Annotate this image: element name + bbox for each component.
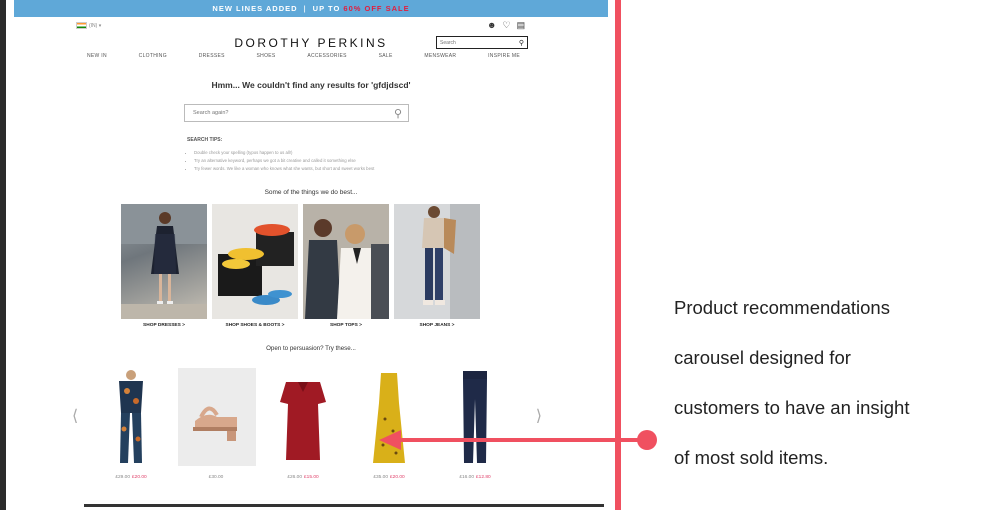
annotation-line: customers to have an insight <box>674 397 910 418</box>
nav-clothing[interactable]: CLOTHING <box>139 53 167 59</box>
price-now: £20.00 <box>132 475 147 480</box>
header-icons: ☻ ♡ ▤ <box>487 20 525 31</box>
annotation-text: Product recommendations carousel designe… <box>674 283 994 483</box>
product-card[interactable] <box>436 368 514 466</box>
promo-separator: | <box>303 4 307 13</box>
left-edge-strip <box>0 0 6 510</box>
price-now: £12.80 <box>476 475 491 480</box>
price-was: £16.00 <box>459 475 474 480</box>
annotation-line: carousel designed for <box>674 347 851 368</box>
search-tip: Try an alternative keyword, perhaps we g… <box>194 157 467 165</box>
dresses-photo[interactable] <box>121 204 207 319</box>
product-price: £16.00 £12.80 <box>436 475 514 480</box>
heart-icon[interactable]: ♡ <box>502 20 510 31</box>
price-was: £29.00 <box>115 475 130 480</box>
slide: NEW LINES ADDED | UP TO 60% OFF SALE (IN… <box>0 0 1003 510</box>
arrow-left-icon <box>379 430 401 450</box>
price-was: £35.00 <box>373 475 388 480</box>
product-image[interactable] <box>264 368 342 466</box>
nav-new-in[interactable]: NEW IN <box>87 53 107 59</box>
best-heading: Some of the things we do best... <box>264 189 358 196</box>
product-image[interactable] <box>436 368 514 466</box>
tile-tops[interactable]: SHOP TOPS > <box>303 204 389 328</box>
tile-dresses[interactable]: SHOP DRESSES > <box>121 204 207 328</box>
nav-menswear[interactable]: MENSWEAR <box>424 53 456 59</box>
search-again-box: ⚲ <box>184 104 409 122</box>
search-again-input[interactable] <box>193 110 373 116</box>
tops-photo[interactable] <box>303 204 389 319</box>
category-tiles: SHOP DRESSES > SHOP SHOES & BOOTS > SHOP… <box>121 204 480 328</box>
product-card[interactable] <box>350 368 428 466</box>
product-price: £30.00 <box>178 475 256 480</box>
product-card[interactable] <box>178 368 256 466</box>
promo-sale: 60% OFF SALE <box>343 4 410 13</box>
header-search: ⚲ <box>436 36 528 49</box>
header-search-input[interactable] <box>440 39 510 46</box>
search-icon[interactable]: ⚲ <box>519 39 524 47</box>
product-image[interactable] <box>350 368 428 466</box>
product-card[interactable] <box>264 368 342 466</box>
search-tip: Try fewer words. We like a woman who kno… <box>194 165 467 173</box>
nav-sale[interactable]: SALE <box>379 53 393 59</box>
jeans-photo[interactable] <box>394 204 480 319</box>
search-tip: Double check your spelling (typos happen… <box>194 149 467 157</box>
product-card[interactable] <box>92 368 170 466</box>
main-nav: NEW IN CLOTHING DRESSES SHOES ACCESSORIE… <box>14 53 608 59</box>
recommendations-heading: Open to persuasion? Try these... <box>266 345 356 352</box>
product-price: £29.00 £20.00 <box>92 475 170 480</box>
search-tips: SEARCH TIPS: Double check your spelling … <box>187 137 467 172</box>
product-price: £26.00 £15.00 <box>264 475 342 480</box>
annotation-line: of most sold items. <box>674 447 829 468</box>
search-icon[interactable]: ⚲ <box>394 107 402 120</box>
promo-left: NEW LINES ADDED <box>212 4 298 13</box>
tile-jeans[interactable]: SHOP JEANS > <box>394 204 480 328</box>
account-icon[interactable]: ☻ <box>487 20 496 31</box>
tile-shoes-label[interactable]: SHOP SHOES & BOOTS > <box>212 323 298 328</box>
search-tips-title: SEARCH TIPS: <box>187 137 223 143</box>
nav-inspire-me[interactable]: INSPIRE ME <box>488 53 520 59</box>
product-image[interactable] <box>178 368 256 466</box>
nav-accessories[interactable]: ACCESSORIES <box>307 53 346 59</box>
tile-tops-label[interactable]: SHOP TOPS > <box>303 323 389 328</box>
product-price: £35.00 £20.00 <box>350 475 428 480</box>
country-code: (IN) ▾ <box>89 22 102 29</box>
footer-strip <box>84 504 604 507</box>
promo-right: UP TO 60% OFF SALE <box>313 4 410 13</box>
price-now: £15.00 <box>304 475 319 480</box>
tile-dresses-label[interactable]: SHOP DRESSES > <box>121 323 207 328</box>
bag-icon[interactable]: ▤ <box>517 20 526 31</box>
country-selector[interactable]: (IN) ▾ <box>76 22 101 29</box>
tile-jeans-label[interactable]: SHOP JEANS > <box>394 323 480 328</box>
nav-dresses[interactable]: DRESSES <box>199 53 225 59</box>
site-header: (IN) ▾ DOROTHY PERKINS ☻ ♡ ▤ ⚲ <box>14 17 608 53</box>
tile-shoes[interactable]: SHOP SHOES & BOOTS > <box>212 204 298 328</box>
no-results-message: Hmm... We couldn't find any results for … <box>211 80 411 90</box>
nav-shoes[interactable]: SHOES <box>257 53 276 59</box>
price-now: £20.00 <box>390 475 405 480</box>
promo-banner[interactable]: NEW LINES ADDED | UP TO 60% OFF SALE <box>14 0 608 17</box>
store-page: NEW LINES ADDED | UP TO 60% OFF SALE (IN… <box>14 0 608 510</box>
chevron-left-icon[interactable]: ⟨ <box>72 406 78 425</box>
promo-prefix: UP TO <box>312 4 341 13</box>
price-was: £26.00 <box>287 475 302 480</box>
price-was: £30.00 <box>208 475 224 480</box>
annotation-pointer-dot <box>637 430 657 450</box>
product-image[interactable] <box>92 368 170 466</box>
annotation-line: Product recommendations <box>674 297 890 318</box>
chevron-right-icon[interactable]: ⟩ <box>536 406 542 425</box>
annotation-pointer-line <box>397 438 647 442</box>
red-divider <box>615 0 621 510</box>
india-flag-icon <box>76 22 87 29</box>
product-carousel: ⟨ ⟩ £29.00 £20.00 £30.00 £26.00 £15.00 £… <box>72 368 542 480</box>
shoes-photo[interactable] <box>212 204 298 319</box>
